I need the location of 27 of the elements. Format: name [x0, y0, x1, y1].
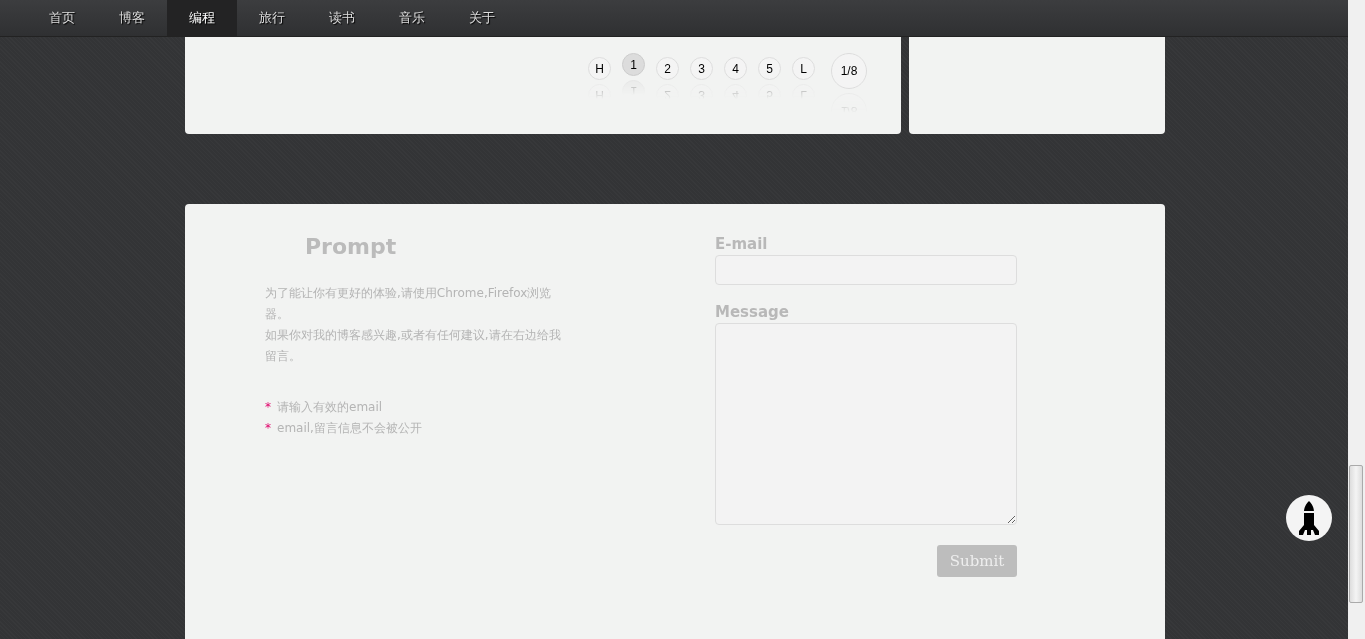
note-text: 请输入有效的email	[277, 399, 383, 416]
page-button[interactable]: 4	[724, 57, 747, 80]
message-label: Message	[715, 303, 790, 321]
scrollbar-thumb[interactable]	[1349, 465, 1363, 603]
prompt-title: Prompt	[305, 234, 398, 259]
page-button[interactable]: 2	[656, 57, 679, 80]
page-button[interactable]: 3	[690, 57, 713, 80]
page-button[interactable]: L	[792, 57, 815, 80]
prompt-text: 如果你对我的博客感兴趣,或者有任何建议,请在右边给我留言。	[265, 327, 562, 365]
page-button[interactable]: 1	[622, 53, 645, 76]
message-field[interactable]	[715, 323, 1017, 525]
nav-tab[interactable]: 首页	[27, 0, 97, 36]
nav-tab[interactable]: 音乐	[377, 0, 447, 36]
note-text: email,留言信息不会被公开	[277, 420, 422, 437]
nav-tab[interactable]: 编程	[167, 0, 237, 36]
page-button[interactable]: 5	[758, 57, 781, 80]
nav-tab[interactable]: 旅行	[237, 0, 307, 36]
nav-tab[interactable]: 关于	[447, 0, 517, 36]
scrollbar[interactable]	[1348, 0, 1365, 639]
page-button[interactable]: H	[588, 57, 611, 80]
rocket-icon	[1298, 501, 1320, 535]
nav-tab[interactable]: 读书	[307, 0, 377, 36]
nav-tab[interactable]: 博客	[97, 0, 167, 36]
asterisk-mark: *	[265, 399, 271, 416]
page-counter: 1/8	[831, 53, 867, 89]
email-label: E-mail	[715, 235, 769, 253]
asterisk-mark: *	[265, 420, 271, 437]
